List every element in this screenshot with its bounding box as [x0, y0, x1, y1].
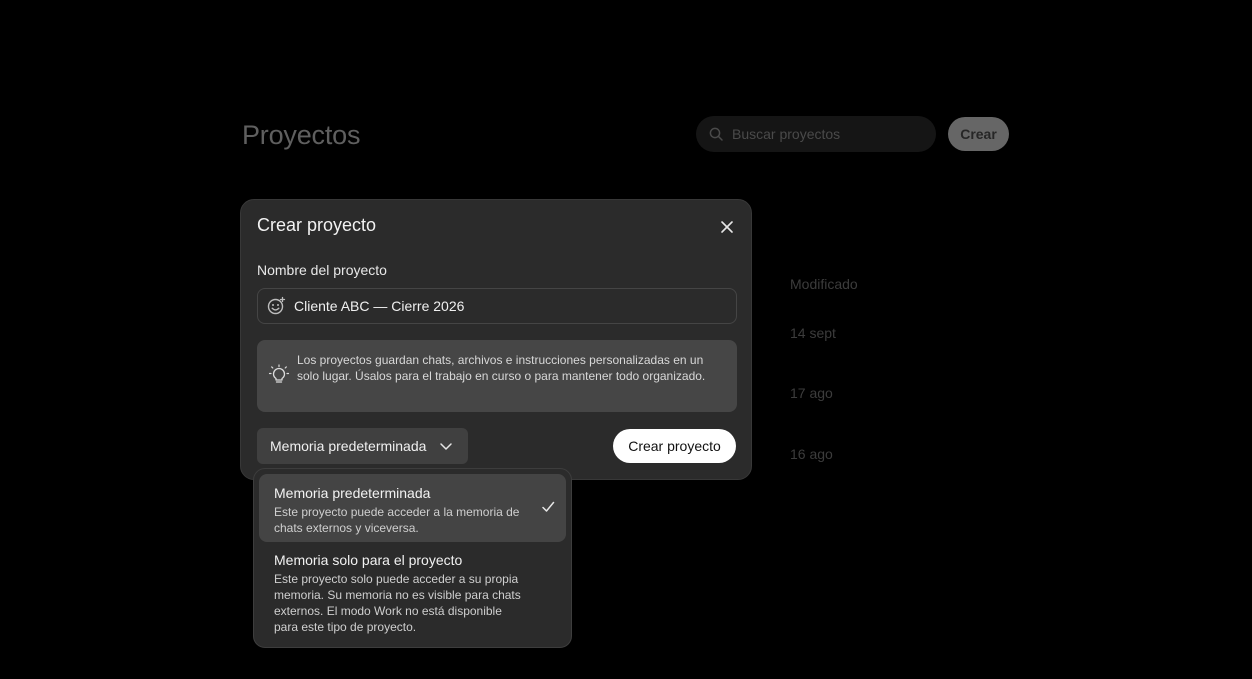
chevron-down-icon [440, 443, 452, 450]
project-date: 17 ago [790, 385, 833, 401]
emoji-icon[interactable] [266, 296, 286, 316]
project-date: 16 ago [790, 446, 833, 462]
info-callout: Los proyectos guardan chats, archivos e … [257, 340, 737, 412]
close-button[interactable] [715, 215, 739, 239]
option-description: Este proyecto puede acceder a la memoria… [274, 505, 520, 535]
memory-select-value: Memoria predeterminada [270, 438, 427, 454]
project-date: 14 sept [790, 325, 836, 341]
memory-dropdown-menu: Memoria predeterminada Este proyecto pue… [253, 468, 572, 648]
project-name-input[interactable] [294, 289, 724, 323]
dialog-title: Crear proyecto [257, 215, 377, 235]
project-name-field[interactable] [257, 288, 737, 324]
project-name-label: Nombre del proyecto [257, 262, 387, 278]
modified-column-header: Modificado [790, 276, 858, 292]
search-icon [709, 127, 723, 141]
info-text: Los proyectos guardan chats, archivos e … [297, 353, 706, 383]
lightbulb-icon [268, 364, 290, 383]
search-bar[interactable] [696, 116, 936, 152]
memory-option-default[interactable]: Memoria predeterminada Este proyecto pue… [259, 474, 566, 542]
page-title: Proyectos [242, 120, 361, 150]
option-title: Memoria predeterminada [274, 485, 431, 501]
option-description: Este proyecto solo puede acceder a su pr… [274, 572, 521, 634]
close-icon [721, 221, 733, 233]
memory-select[interactable]: Memoria predeterminada [257, 428, 468, 464]
create-project-dialog: Crear proyecto Nombre del proyecto Clien… [240, 199, 752, 480]
search-input[interactable] [732, 116, 912, 152]
checkmark-icon [542, 501, 555, 512]
memory-option-project-only[interactable]: Memoria solo para el proyecto Este proye… [259, 543, 566, 643]
create-project-button[interactable]: Crear proyecto [613, 429, 736, 463]
option-title: Memoria solo para el proyecto [274, 552, 463, 568]
projects-page: Proyectos Crear Modificado 14 sept 17 ag… [0, 0, 1252, 679]
create-button[interactable]: Crear [948, 117, 1009, 151]
